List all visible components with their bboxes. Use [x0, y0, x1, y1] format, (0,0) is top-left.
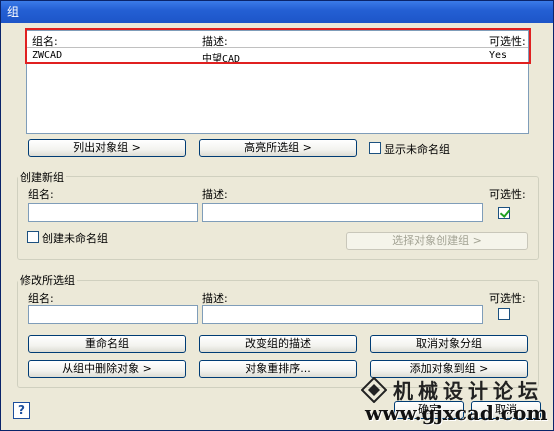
- ungroup-button[interactable]: 取消对象分组: [370, 335, 528, 353]
- cancel-button[interactable]: 取消: [471, 401, 541, 419]
- create-description-input[interactable]: [202, 203, 483, 222]
- modify-description-label: 描述:: [202, 292, 228, 305]
- show-unnamed-checkbox[interactable]: [369, 142, 381, 154]
- group-dialog: 组 组名: 描述: 可选性: ZWCAD 中望CAD Yes 列出对象组 > 高…: [0, 0, 554, 431]
- create-group-legend: 创建新组: [18, 169, 66, 185]
- row-selectable: Yes: [489, 50, 508, 61]
- create-unnamed-checkbox[interactable]: [27, 231, 39, 243]
- highlight-group-button[interactable]: 高亮所选组 >: [199, 139, 357, 157]
- create-selectable-checkbox[interactable]: [498, 207, 510, 219]
- create-unnamed-label: 创建未命名组: [42, 232, 108, 245]
- modify-selectable-checkbox[interactable]: [498, 308, 510, 320]
- create-selectable-label: 可选性:: [489, 188, 526, 201]
- reorder-objects-button[interactable]: 对象重排序...: [199, 360, 357, 378]
- change-description-button[interactable]: 改变组的描述: [199, 335, 357, 353]
- create-name-label: 组名:: [28, 188, 54, 201]
- title-bar: 组: [1, 1, 553, 23]
- rename-group-button[interactable]: 重命名组: [28, 335, 186, 353]
- list-header: 组名: 描述: 可选性:: [27, 31, 528, 48]
- window-title: 组: [7, 5, 20, 19]
- table-row[interactable]: ZWCAD 中望CAD Yes: [27, 48, 528, 65]
- add-objects-button[interactable]: 添加对象到组 >: [370, 360, 528, 378]
- create-description-label: 描述:: [202, 188, 228, 201]
- modify-selectable-label: 可选性:: [489, 292, 526, 305]
- modify-description-input[interactable]: [202, 305, 483, 324]
- modify-name-input[interactable]: [28, 305, 198, 324]
- column-header-selectable[interactable]: 可选性:: [489, 33, 526, 49]
- help-icon[interactable]: ?: [13, 402, 30, 419]
- row-name: ZWCAD: [32, 50, 63, 61]
- list-objects-button[interactable]: 列出对象组 >: [28, 139, 186, 157]
- remove-objects-button[interactable]: 从组中删除对象 >: [28, 360, 186, 378]
- modify-name-label: 组名:: [28, 292, 54, 305]
- row-description: 中望CAD: [202, 54, 241, 65]
- show-unnamed-label: 显示未命名组: [384, 143, 450, 156]
- modify-group-legend: 修改所选组: [18, 272, 77, 288]
- column-header-name[interactable]: 组名:: [32, 33, 58, 49]
- ok-button[interactable]: 确定: [394, 401, 464, 419]
- select-objects-create-button[interactable]: 选择对象创建组 >: [346, 232, 528, 250]
- column-header-description[interactable]: 描述:: [202, 33, 228, 49]
- create-name-input[interactable]: [28, 203, 198, 222]
- group-list[interactable]: 组名: 描述: 可选性: ZWCAD 中望CAD Yes: [26, 30, 529, 134]
